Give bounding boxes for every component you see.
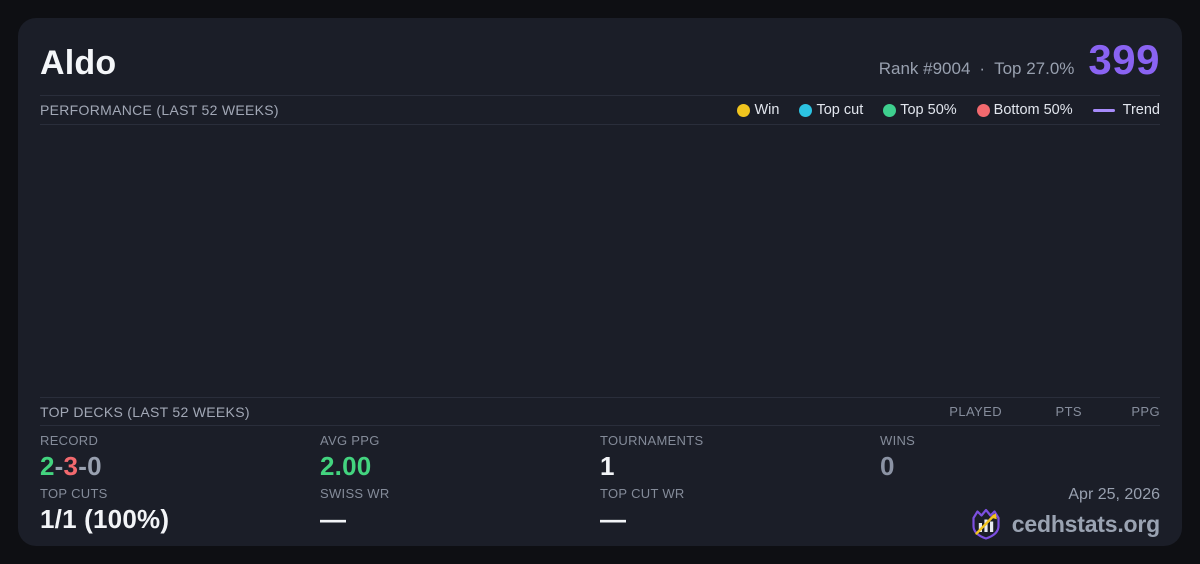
divider — [40, 425, 1160, 426]
header-right: Rank #9004 · Top 27.0% 399 — [879, 36, 1160, 84]
legend-label: Bottom 50% — [993, 102, 1073, 118]
top-cuts-value: 1/1 (100%) — [40, 504, 170, 534]
stat-tournaments: TOURNAMENTS 1 — [600, 433, 880, 483]
column-header-pts: PTS — [1055, 404, 1082, 419]
win-dot-icon — [737, 103, 751, 117]
stat-label: TOP CUT WR — [600, 486, 685, 501]
column-header-played: PLAYED — [949, 404, 1002, 419]
brand-link[interactable]: cedhstats.org — [968, 506, 1160, 542]
footer-branding: Apr 25, 2026 cedhstats.org — [880, 486, 1160, 540]
stat-label: AVG PPG — [320, 433, 380, 448]
legend-label: Top 50% — [900, 102, 957, 118]
rank-label: Rank #9004 — [878, 59, 971, 78]
bottom-50-dot-icon — [976, 103, 990, 117]
brand-name: cedhstats.org — [1011, 510, 1160, 537]
top-decks-title: TOP DECKS (LAST 52 WEEKS) — [40, 403, 250, 420]
record-wins: 2 — [40, 451, 55, 481]
cedhstats-logo-icon — [972, 508, 1000, 540]
legend-item-win: Win — [737, 102, 779, 118]
top-decks-columns: PLAYED PTS PPG — [898, 404, 1160, 419]
chart-legend: Win Top cut Top 50% Bottom 50% Trend — [737, 102, 1160, 118]
player-score: 399 — [1088, 36, 1160, 83]
record-value: 2-3-0 — [40, 451, 320, 482]
rank-separator: · — [979, 59, 986, 78]
performance-header: PERFORMANCE (LAST 52 WEEKS) Win Top cut … — [40, 96, 1160, 124]
stat-label: RECORD — [40, 433, 99, 448]
top-decks-header: TOP DECKS (LAST 52 WEEKS) PLAYED PTS PPG — [40, 398, 1160, 425]
stat-swiss-wr: SWISS WR — — [320, 486, 600, 536]
stat-label: SWISS WR — [320, 486, 390, 501]
record-draws: 0 — [87, 451, 102, 481]
stat-wins: WINS 0 — [880, 433, 1160, 483]
stat-top-cuts: TOP CUTS 1/1 (100%) — [40, 486, 320, 536]
stat-record: RECORD 2-3-0 — [40, 433, 320, 483]
swiss-wr-value: — — [320, 504, 347, 534]
stat-avg-ppg: AVG PPG 2.00 — [320, 433, 600, 483]
avg-ppg-value: 2.00 — [320, 451, 372, 481]
record-separator: - — [54, 451, 64, 481]
stat-top-cut-wr: TOP CUT WR — — [600, 486, 880, 536]
stage: Aldo Rank #9004 · Top 27.0% 399 PERFORMA… — [0, 0, 1200, 564]
stats-grid: RECORD 2-3-0 AVG PPG 2.00 TOURNAMENTS 1 … — [40, 433, 1160, 540]
trend-line-icon — [1092, 108, 1115, 112]
tournaments-value: 1 — [600, 451, 615, 481]
stat-label: WINS — [880, 433, 916, 448]
card-date: Apr 25, 2026 — [1068, 486, 1160, 503]
record-losses: 3 — [63, 451, 79, 481]
stat-label: TOP CUTS — [40, 486, 108, 501]
legend-item-bottom-50: Bottom 50% — [976, 102, 1073, 118]
legend-label: Win — [754, 102, 780, 118]
column-header-ppg: PPG — [1131, 404, 1160, 419]
wins-value: 0 — [880, 451, 895, 481]
performance-chart — [40, 125, 1160, 397]
legend-item-top-cut: Top cut — [799, 102, 863, 118]
rank-line: Rank #9004 · Top 27.0% — [879, 59, 1075, 79]
legend-item-top-50: Top 50% — [883, 102, 957, 118]
record-separator: - — [78, 451, 88, 481]
legend-item-trend: Trend — [1092, 102, 1160, 118]
top-50-dot-icon — [883, 103, 897, 117]
player-name: Aldo — [40, 44, 117, 82]
top-cut-wr-value: — — [600, 504, 627, 534]
stat-label: TOURNAMENTS — [600, 433, 704, 448]
legend-label: Top cut — [816, 102, 864, 118]
top-cut-dot-icon — [799, 103, 813, 117]
performance-title: PERFORMANCE (LAST 52 WEEKS) — [40, 102, 279, 118]
player-stats-card: Aldo Rank #9004 · Top 27.0% 399 PERFORMA… — [18, 18, 1182, 546]
top-percent-label: Top 27.0% — [994, 59, 1075, 78]
legend-label: Trend — [1122, 102, 1160, 118]
card-header: Aldo Rank #9004 · Top 27.0% 399 — [40, 36, 1160, 86]
